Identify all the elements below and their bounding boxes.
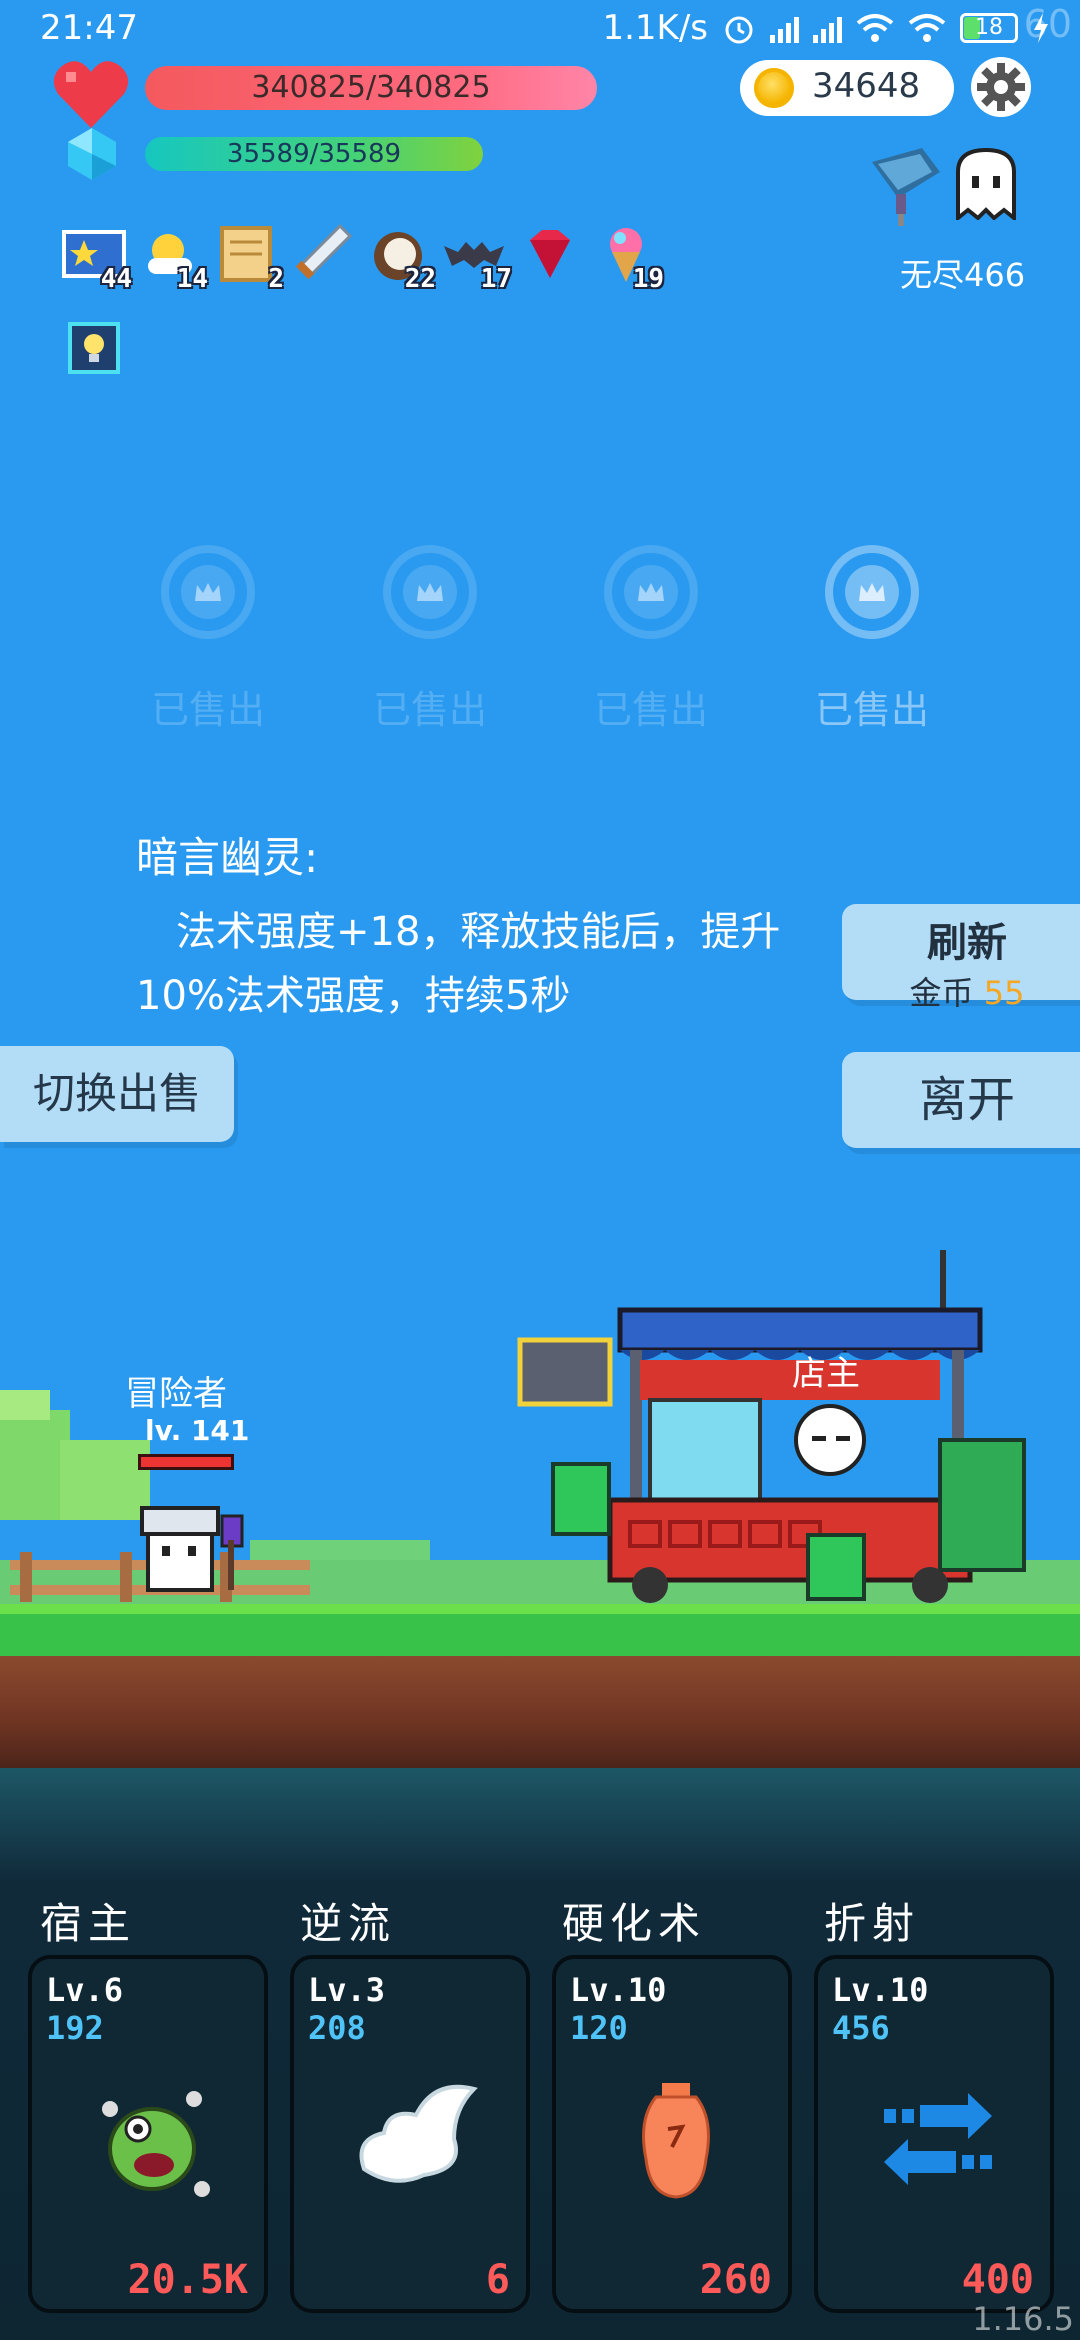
crown-icon [195, 583, 221, 601]
skill-level: Lv.3 [308, 1971, 386, 2009]
skill-cost: 6 [485, 2257, 510, 2303]
swap-arrows-icon [884, 2093, 992, 2185]
version-label: 1.16.5 [972, 2300, 1074, 2338]
shop-slot-2[interactable]: 已售出 [373, 545, 487, 734]
star-card-icon[interactable]: 44 [62, 222, 132, 294]
sword-item-icon[interactable] [290, 222, 354, 286]
wifi-icon-2 [908, 14, 946, 42]
crown-icon [859, 583, 885, 601]
refresh-button[interactable]: 刷新 金币 55 [842, 904, 1080, 1012]
signal-hd-icon [813, 13, 842, 43]
monster-icon [102, 2091, 210, 2197]
adventurer-level: lv. 141 [145, 1414, 250, 1447]
fps-counter: 60 [1023, 2, 1072, 46]
skill-cost: 260 [699, 2257, 772, 2303]
wifi-icon [856, 14, 894, 42]
ruby-icon[interactable] [518, 222, 582, 286]
battery-icon: 18 [960, 13, 1018, 43]
coconut-icon[interactable]: 22 [366, 222, 436, 294]
refresh-cost: 金币 55 [909, 974, 1025, 1012]
adventurer-name: 冒险者 [125, 1374, 227, 1414]
skill-card-backflow[interactable]: Lv.3 208 6 [290, 1955, 530, 2313]
refresh-label: 刷新 [927, 920, 1007, 966]
net-speed: 1.1K/s [602, 8, 708, 48]
skill-cost: 20.5K [127, 2257, 248, 2303]
skill-cost: 400 [961, 2257, 1034, 2303]
leave-button[interactable]: 离开 [842, 1052, 1080, 1148]
skill-level: Lv.6 [46, 1971, 124, 2009]
status-bar: 21:47 1.1K/s 18 60 [0, 0, 1080, 60]
alarm-icon [725, 16, 753, 44]
ghost-icon[interactable] [950, 148, 1022, 220]
item-title: 暗言幽灵: [136, 833, 319, 882]
mana-gem-icon [68, 128, 116, 180]
hp-bar: 340825/340825 [145, 66, 597, 110]
slot-sold-label: 已售出 [372, 688, 487, 732]
slot-sold-label: 已售出 [814, 688, 929, 732]
skill-name: 逆流 [300, 1899, 397, 1948]
crown-icon [638, 583, 664, 601]
ice-cream-icon[interactable]: 19 [594, 222, 664, 294]
shop-slot-4-selected[interactable]: 已售出 [815, 545, 929, 734]
shop-slot-3[interactable]: 已售出 [594, 545, 708, 734]
coin-counter: 34648 [740, 60, 954, 116]
skill-power: 192 [46, 2009, 104, 2047]
adventurer-hp-bar [138, 1454, 234, 1470]
bat-icon[interactable]: 17 [442, 222, 512, 294]
switch-sell-button[interactable]: 切换出售 [0, 1046, 234, 1142]
shop-slot-1[interactable]: 已售出 [151, 545, 265, 734]
item-description: 法术强度+18，释放技能后，提升10%法术强度，持续5秒 [136, 909, 781, 1019]
vase-icon [642, 2083, 710, 2199]
ground-grass [0, 1604, 1080, 1656]
coin-value: 34648 [812, 66, 921, 106]
shopkeeper-sign: 店主 [792, 1354, 860, 1394]
crown-icon [417, 583, 443, 601]
settings-gear-icon[interactable] [970, 56, 1032, 118]
lightbulb-buff-icon[interactable] [68, 322, 120, 374]
endless-level-label: 无尽466 [900, 256, 1026, 294]
pixel-sword-icon[interactable] [862, 142, 946, 230]
skill-power: 208 [308, 2009, 366, 2047]
skill-card-refract[interactable]: Lv.10 456 400 [814, 1955, 1054, 2313]
coin-icon [754, 68, 794, 108]
sun-cloud-icon[interactable]: 14 [138, 222, 208, 294]
cloud-icon [359, 2084, 478, 2183]
scroll-icon[interactable]: 2 [214, 222, 284, 294]
inventory-row: 44 14 2 22 17 19 [62, 222, 664, 294]
skill-name: 折射 [824, 1899, 921, 1948]
status-time: 21:47 [40, 8, 138, 48]
skill-power: 456 [832, 2009, 890, 2047]
skill-card-host[interactable]: Lv.6 192 20.5K [28, 1955, 268, 2313]
skill-name: 宿主 [40, 1899, 137, 1948]
slot-sold-label: 已售出 [593, 688, 708, 732]
slot-sold-label: 已售出 [150, 688, 265, 732]
skill-level: Lv.10 [570, 1971, 667, 2009]
skill-level: Lv.10 [832, 1971, 929, 2009]
heart-icon [53, 61, 129, 129]
mp-bar: 35589/35589 [145, 137, 483, 171]
skill-card-harden[interactable]: Lv.10 120 260 [552, 1955, 792, 2313]
status-icons: 1.1K/s 18 [602, 8, 1050, 48]
skill-name: 硬化术 [562, 1899, 707, 1948]
ground-dirt [0, 1656, 1080, 1768]
skill-power: 120 [570, 2009, 628, 2047]
shop-cart[interactable] [517, 1250, 1026, 1603]
signal-icon [770, 13, 799, 43]
